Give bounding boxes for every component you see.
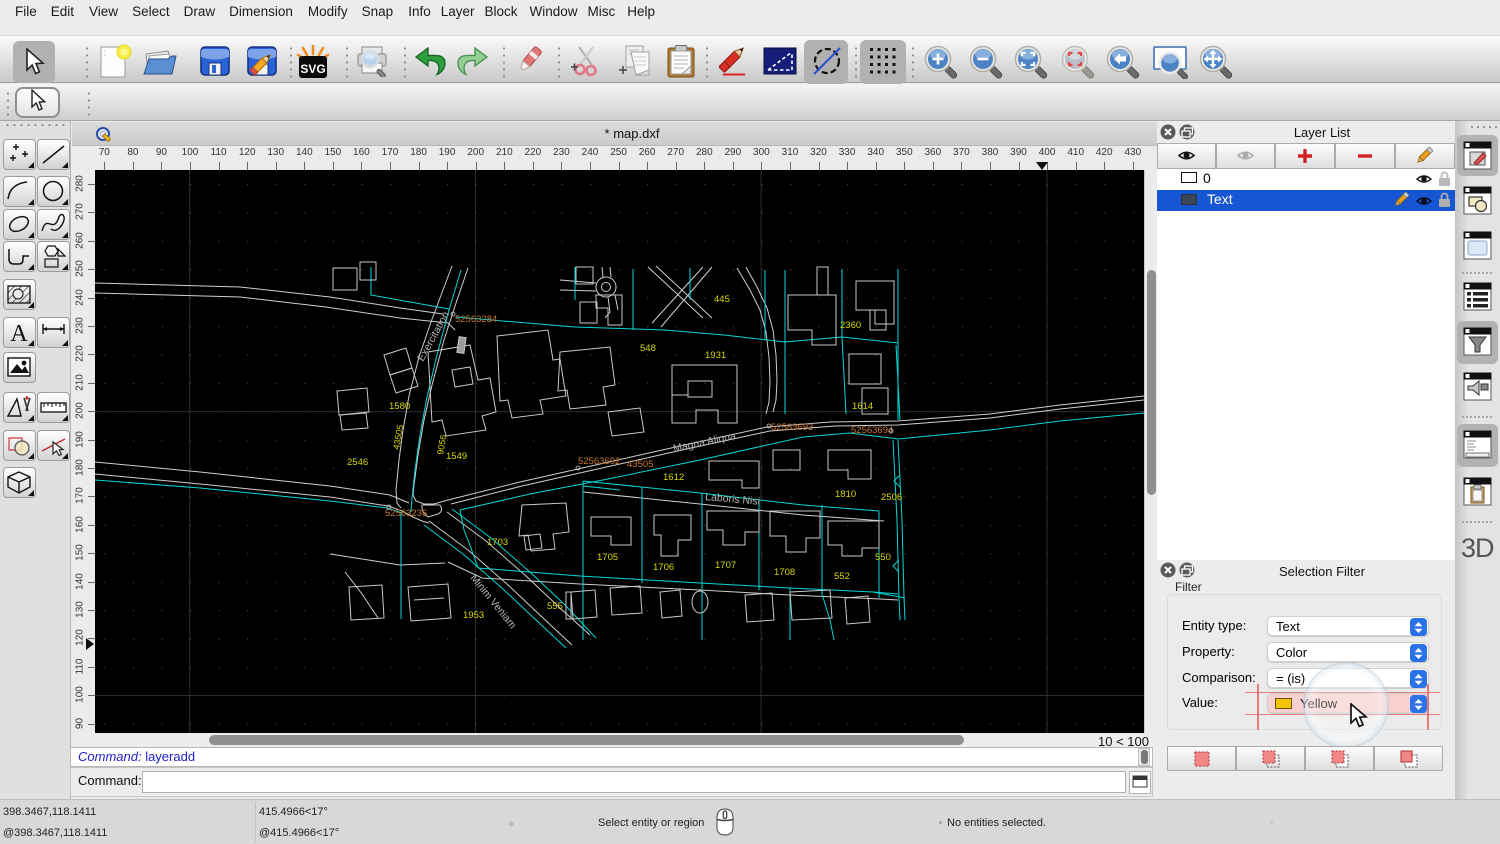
svg-text:1614: 1614	[852, 401, 873, 412]
svg-text:A: A	[10, 321, 28, 346]
svg-text:550: 550	[875, 552, 891, 563]
svg-text:1931: 1931	[705, 350, 726, 361]
svg-text:555: 555	[547, 601, 563, 612]
svg-text:52563694: 52563694	[851, 425, 893, 436]
svg-text:1707: 1707	[715, 560, 736, 571]
svg-text:1612: 1612	[663, 472, 684, 483]
svg-text:1703: 1703	[487, 537, 508, 548]
svg-text:445: 445	[714, 294, 730, 305]
svg-text:2506: 2506	[881, 492, 902, 503]
svg-text:2546: 2546	[347, 457, 368, 468]
svg-text:1810: 1810	[835, 489, 856, 500]
svg-text:1708: 1708	[774, 567, 795, 578]
svg-text:52563693: 52563693	[771, 422, 813, 433]
svg-text:2360: 2360	[840, 320, 861, 331]
svg-text:1580: 1580	[389, 401, 410, 412]
svg-text:1953: 1953	[463, 610, 484, 621]
svg-text:52563236: 52563236	[385, 508, 427, 519]
svg-text:1706: 1706	[653, 562, 674, 573]
svg-text:548: 548	[640, 343, 656, 354]
svg-text:43505: 43505	[627, 459, 653, 470]
svg-text:552: 552	[834, 571, 850, 582]
svg-text:52563284: 52563284	[455, 314, 497, 325]
svg-text:1705: 1705	[597, 552, 618, 563]
svg-text:SVG: SVG	[300, 62, 325, 76]
svg-text:1549: 1549	[446, 451, 467, 462]
svg-text:52563692: 52563692	[578, 456, 620, 467]
